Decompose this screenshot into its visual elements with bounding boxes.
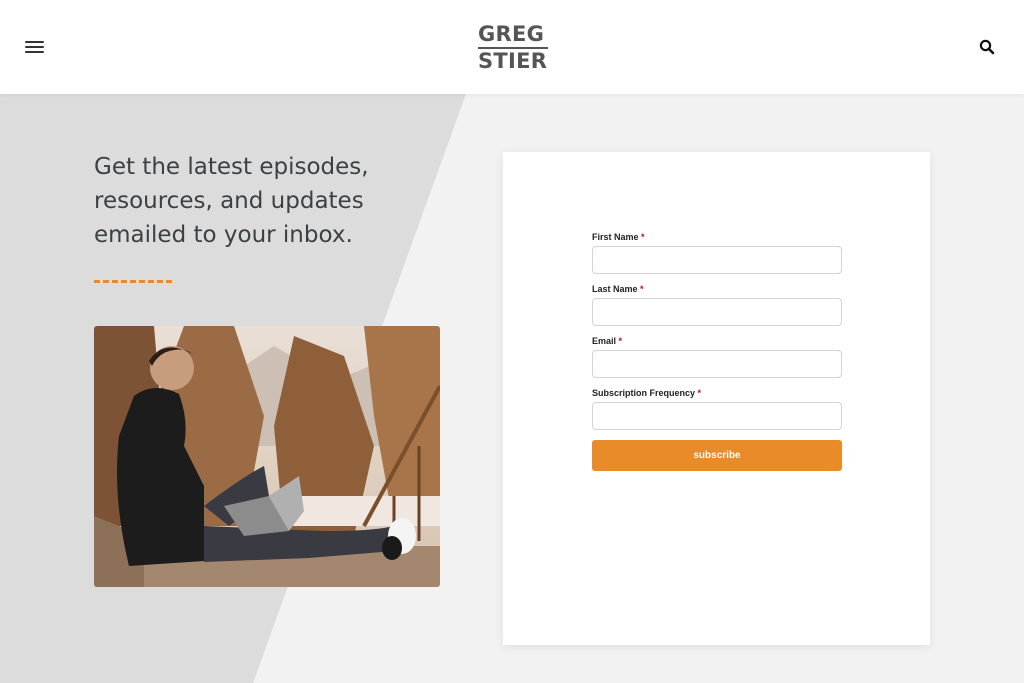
last-name-input[interactable] [592,298,842,326]
accent-dashed-divider [94,280,174,283]
subscription-frequency-input[interactable] [592,402,842,430]
search-icon[interactable] [978,38,996,56]
subscription-frequency-label: Subscription Frequency * [592,388,842,399]
first-name-label-text: First Name [592,232,639,242]
logo-text-line2: STIER [478,49,548,73]
subscribe-button[interactable]: subscribe [592,440,842,471]
last-name-label: Last Name * [592,284,842,295]
required-marker: * [640,284,644,294]
required-marker: * [697,388,702,398]
email-label-text: Email [592,336,617,346]
hamburger-menu-icon[interactable] [25,41,45,54]
first-name-label: First Name * [592,232,842,243]
first-name-input[interactable] [592,246,842,274]
subscription-frequency-label-text: Subscription Frequency [592,388,696,398]
logo-text-line1: GREG [478,22,545,46]
site-logo[interactable]: GREG STIER [478,23,548,73]
hero-headline: Get the latest episodes, resources, and … [94,154,369,248]
required-marker: * [618,336,623,346]
subscribe-form: First Name * Last Name * Email * Subscri… [592,232,842,471]
subscribe-form-card: First Name * Last Name * Email * Subscri… [503,152,930,645]
site-header: GREG STIER [0,0,1024,94]
email-label: Email * [592,336,842,347]
email-input[interactable] [592,350,842,378]
person-with-laptop-photo [94,326,440,587]
last-name-label-text: Last Name [592,284,638,294]
required-marker: * [641,232,645,242]
